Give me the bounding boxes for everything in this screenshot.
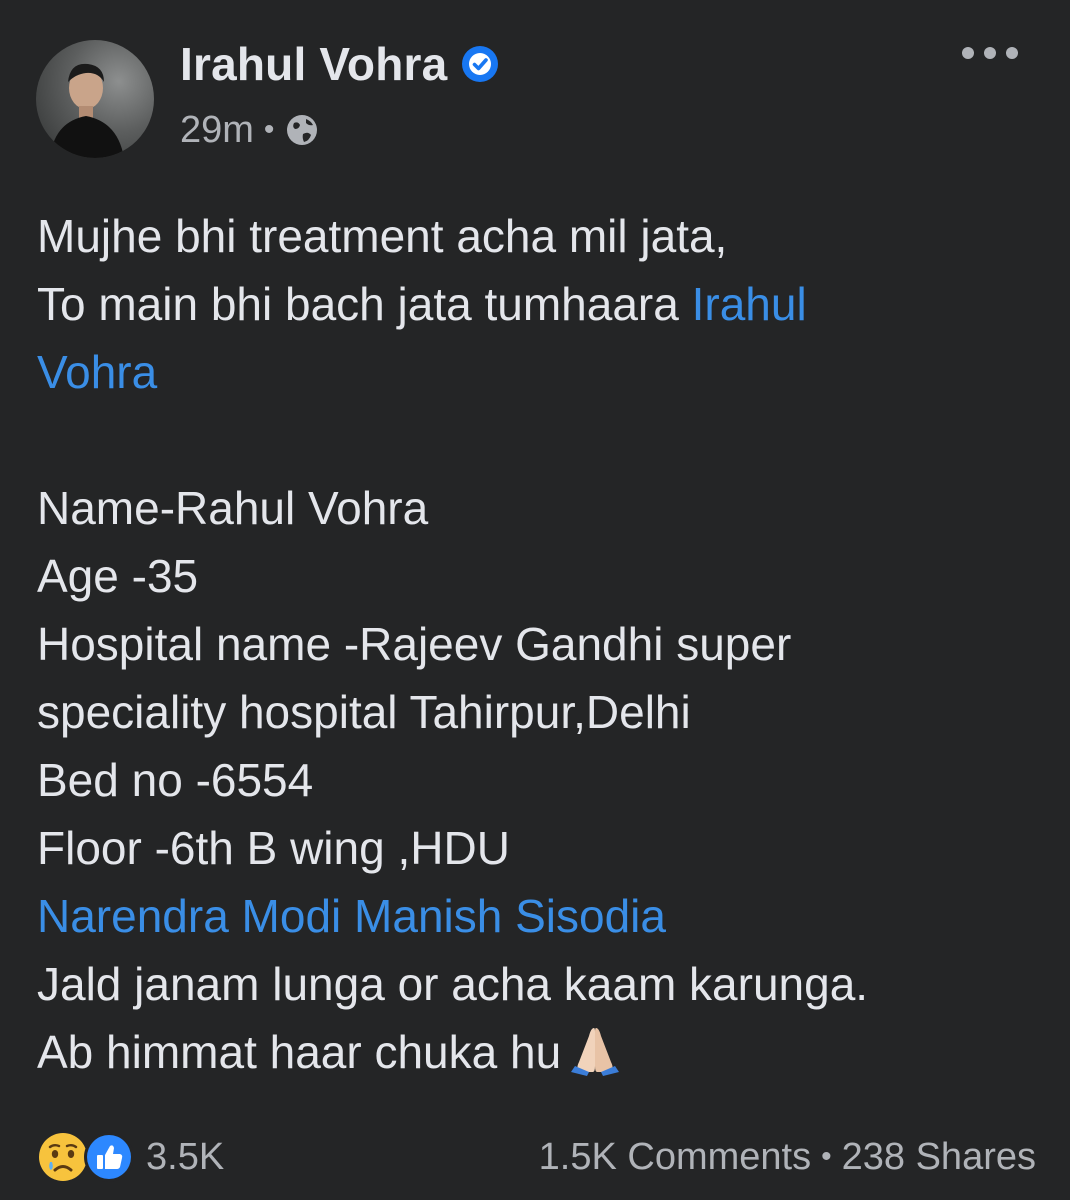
post-line: Hospital name -Rajeev Gandhi super: [37, 618, 792, 670]
post-text: Mujhe bhi treatment acha mil jata, To ma…: [37, 202, 1037, 1086]
facebook-post: Irahul Vohra 29m • Mujhe bhi treatment a…: [0, 0, 1070, 1200]
post-line: Bed no -6554: [37, 754, 314, 806]
reaction-count: 3.5K: [146, 1135, 225, 1178]
author-name[interactable]: Irahul Vohra: [180, 37, 447, 91]
mention-link[interactable]: Irahul: [692, 278, 807, 330]
globe-icon: [284, 112, 320, 148]
post-footer: 3.5K 1.5K Comments • 238 Shares: [36, 1126, 1036, 1188]
post-line: Ab himmat haar chuka hu: [37, 1018, 1037, 1086]
author-header: Irahul Vohra: [180, 36, 499, 92]
post-line: To main bhi bach jata tumhaara Irahul: [37, 278, 807, 330]
comments-count[interactable]: 1.5K Comments: [539, 1136, 811, 1179]
reactions-summary[interactable]: 3.5K: [36, 1130, 224, 1184]
mention-link[interactable]: Vohra: [37, 338, 1037, 406]
stats-separator: •: [821, 1140, 832, 1173]
mention-links[interactable]: Narendra Modi Manish Sisodia: [37, 882, 1037, 950]
post-line: speciality hospital Tahirpur,Delhi: [37, 686, 691, 738]
folded-hands-icon: [567, 1022, 623, 1078]
more-options-icon[interactable]: [962, 38, 1018, 68]
post-time[interactable]: 29m: [180, 109, 254, 152]
post-meta: 29m •: [180, 106, 320, 154]
post-line: Jald janam lunga or acha kaam karunga.: [37, 958, 869, 1010]
post-line: Age -35: [37, 550, 199, 602]
shares-count[interactable]: 238 Shares: [842, 1136, 1036, 1179]
meta-separator: •: [263, 113, 275, 146]
post-line: Mujhe bhi treatment acha mil jata,: [37, 210, 728, 262]
post-line: Floor -6th B wing ,HDU: [37, 822, 510, 874]
verified-badge-icon: [461, 45, 499, 83]
post-line: Name-Rahul Vohra: [37, 482, 429, 534]
engagement-stats: 1.5K Comments • 238 Shares: [539, 1136, 1036, 1179]
like-reaction-icon: [82, 1130, 136, 1184]
author-avatar[interactable]: [36, 40, 154, 158]
